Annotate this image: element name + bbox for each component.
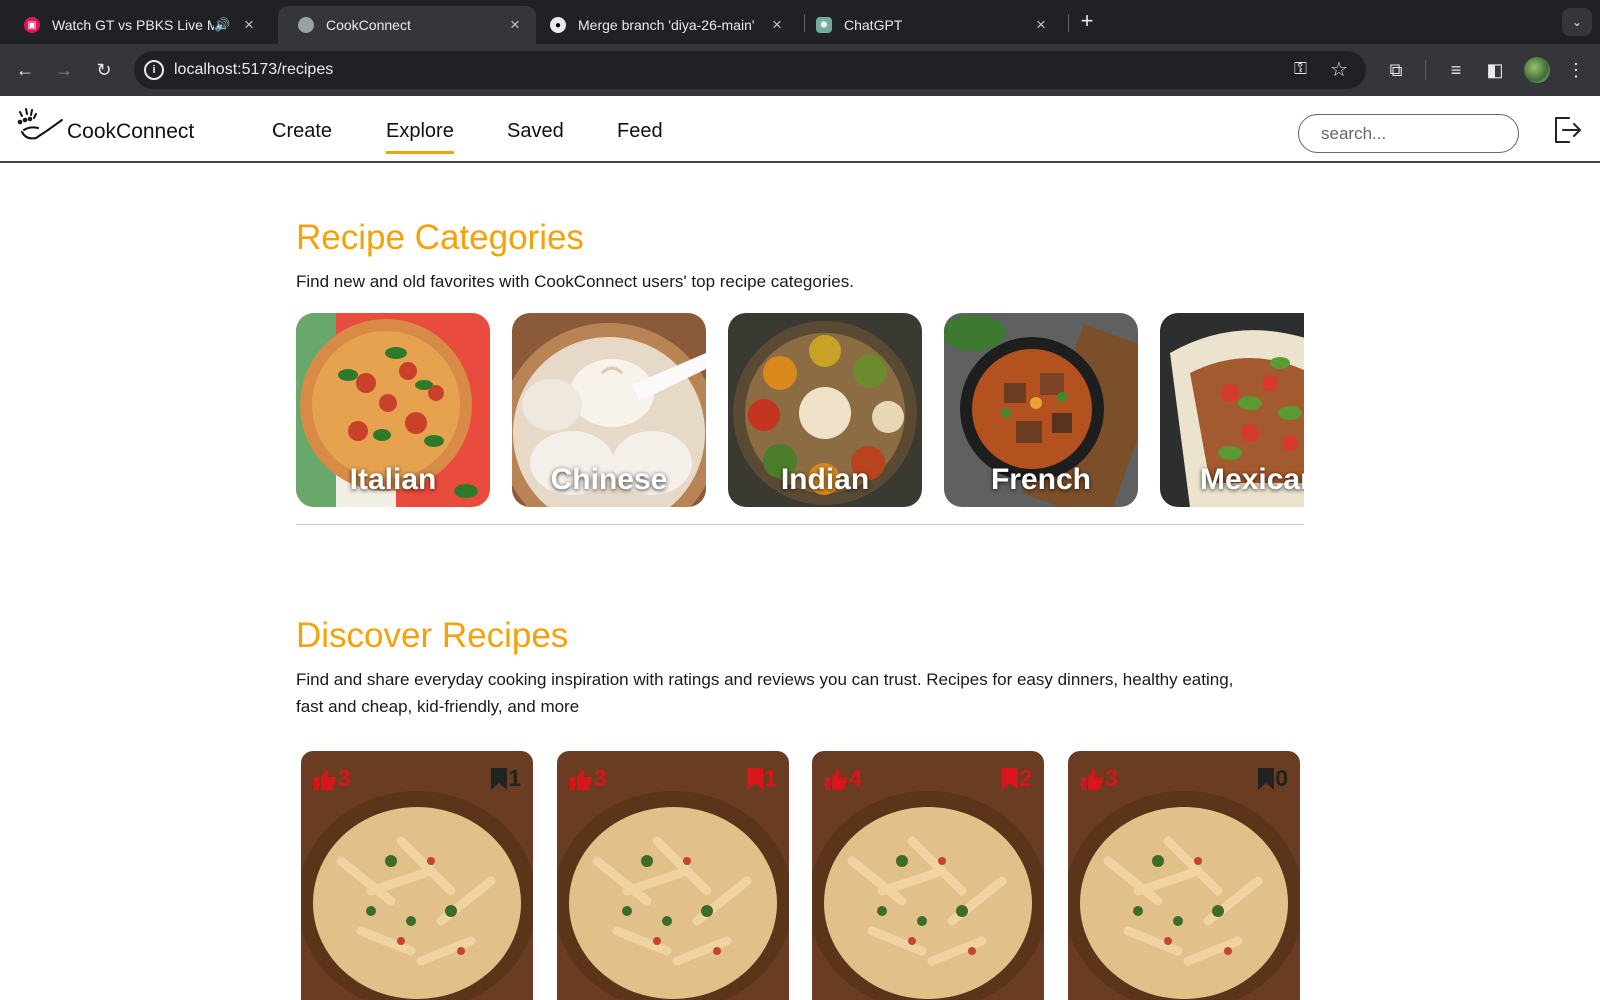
category-label: Mexican (1200, 463, 1304, 496)
address-bar[interactable]: i localhost:5173/recipes ⚿ ☆ (134, 51, 1366, 89)
category-label: Italian (349, 463, 437, 496)
bookmark-star-icon[interactable]: ☆ (1330, 57, 1348, 82)
discover-title: Discover Recipes (296, 616, 569, 655)
tab-title: Merge branch 'diya-26-main' (578, 17, 755, 33)
likes-counter[interactable]: 4 (823, 765, 862, 792)
discover-subtitle-line-1: Find and share everyday cooking inspirat… (296, 670, 1234, 689)
recipe-card-1[interactable]: 3 1 (301, 751, 533, 1000)
likes-count: 3 (594, 765, 607, 791)
reload-icon[interactable]: ↻ (92, 58, 116, 82)
nav-explore[interactable]: Explore (386, 120, 454, 154)
speaker-icon[interactable]: 🔊 (214, 17, 232, 33)
likes-count: 3 (338, 765, 351, 791)
category-carousel[interactable]: Italian Chinese Indian French Mexica (296, 313, 1304, 507)
nav-create[interactable]: Create (272, 120, 332, 143)
categories-title: Recipe Categories (296, 218, 584, 257)
side-panel-icon[interactable]: ◧ (1483, 58, 1507, 82)
category-card-mexican[interactable]: Mexican (1160, 313, 1304, 507)
likes-counter[interactable]: 3 (568, 765, 607, 792)
browser-toolbar: ← → ↻ i localhost:5173/recipes ⚿ ☆ ⧉ ≡ ◧… (0, 44, 1600, 96)
saves-counter[interactable]: 0 (1257, 765, 1288, 792)
live-icon: ▣ (24, 17, 40, 33)
thumbs-up-icon (570, 768, 593, 790)
saves-counter[interactable]: 1 (746, 765, 777, 792)
category-card-italian[interactable]: Italian (296, 313, 490, 507)
likes-counter[interactable]: 3 (1079, 765, 1118, 792)
tab-title: CookConnect (326, 17, 411, 33)
saves-count: 1 (508, 765, 521, 791)
browser-tab-0[interactable]: ▣ Watch GT vs PBKS Live M 🔊 × (4, 6, 270, 44)
password-key-icon[interactable]: ⚿ (1294, 59, 1307, 79)
close-icon[interactable]: × (1032, 15, 1050, 35)
search-input[interactable] (1298, 114, 1519, 153)
section-divider (296, 524, 1304, 525)
likes-counter[interactable]: 3 (312, 765, 351, 792)
chef-pan-logo-icon[interactable] (16, 106, 64, 146)
profile-avatar[interactable] (1524, 57, 1550, 83)
github-icon: ● (550, 17, 566, 33)
bookmark-icon (1002, 767, 1019, 790)
extensions-puzzle-icon[interactable]: ⧉ (1384, 58, 1408, 82)
menu-kebab-icon[interactable]: ⋮ (1564, 58, 1588, 82)
close-icon[interactable]: × (768, 15, 786, 35)
discover-subtitle: Find and share everyday cooking inspirat… (296, 666, 1233, 720)
saves-count: 2 (1019, 765, 1032, 791)
category-card-french[interactable]: French (944, 313, 1138, 507)
close-icon[interactable]: × (506, 15, 524, 35)
media-control-icon[interactable]: ≡ (1444, 58, 1468, 82)
back-arrow-icon[interactable]: ← (13, 58, 37, 82)
site-info-icon[interactable]: i (144, 60, 164, 80)
thumbs-up-icon (825, 768, 848, 790)
logout-icon[interactable] (1551, 114, 1583, 146)
bookmark-icon (1258, 767, 1275, 790)
category-label: French (990, 463, 1092, 496)
bookmark-icon (747, 767, 764, 790)
forward-arrow-icon[interactable]: → (52, 58, 76, 82)
app-navbar: CookConnect Create Explore Saved Feed (0, 96, 1600, 163)
category-card-indian[interactable]: Indian (728, 313, 922, 507)
recipe-card-3[interactable]: 4 2 (812, 751, 1044, 1000)
thumbs-up-icon (314, 768, 337, 790)
category-label: Indian (780, 463, 870, 496)
saves-count: 0 (1275, 765, 1288, 791)
category-card-chinese[interactable]: Chinese (512, 313, 706, 507)
toolbar-divider (1425, 60, 1426, 80)
brand-name[interactable]: CookConnect (67, 120, 194, 144)
browser-tab-1[interactable]: CookConnect × (278, 6, 536, 44)
recipe-card-2[interactable]: 3 1 (557, 751, 789, 1000)
browser-tab-2[interactable]: ● Merge branch 'diya-26-main' × (530, 6, 798, 44)
url-text[interactable]: localhost:5173/recipes (174, 61, 333, 79)
new-tab-plus-icon[interactable]: + (1076, 10, 1098, 32)
browser-tab-3[interactable]: ✺ ChatGPT × (796, 6, 1062, 44)
tab-separator (1068, 14, 1069, 32)
likes-count: 3 (1105, 765, 1118, 791)
tab-title: ChatGPT (844, 17, 903, 33)
saves-count: 1 (764, 765, 777, 791)
nav-feed[interactable]: Feed (617, 120, 663, 143)
discover-subtitle-line-2: fast and cheap, kid-friendly, and more (296, 697, 580, 716)
categories-subtitle: Find new and old favorites with CookConn… (296, 272, 854, 291)
saves-counter[interactable]: 1 (490, 765, 521, 792)
category-label: Chinese (550, 463, 668, 496)
saves-counter[interactable]: 2 (1001, 765, 1032, 792)
tab-title: Watch GT vs PBKS Live M (52, 17, 214, 33)
chatgpt-icon: ✺ (816, 17, 832, 33)
thumbs-up-icon (1081, 768, 1104, 790)
recipe-card-4[interactable]: 3 0 (1068, 751, 1300, 1000)
browser-tab-strip: ▣ Watch GT vs PBKS Live M 🔊 × CookConnec… (0, 0, 1600, 44)
nav-saved[interactable]: Saved (507, 120, 564, 143)
globe-icon (298, 17, 314, 33)
likes-count: 4 (849, 765, 862, 791)
bookmark-icon (491, 767, 508, 790)
close-icon[interactable]: × (240, 15, 258, 35)
tab-search-chevron-icon[interactable]: ⌄ (1562, 8, 1592, 36)
